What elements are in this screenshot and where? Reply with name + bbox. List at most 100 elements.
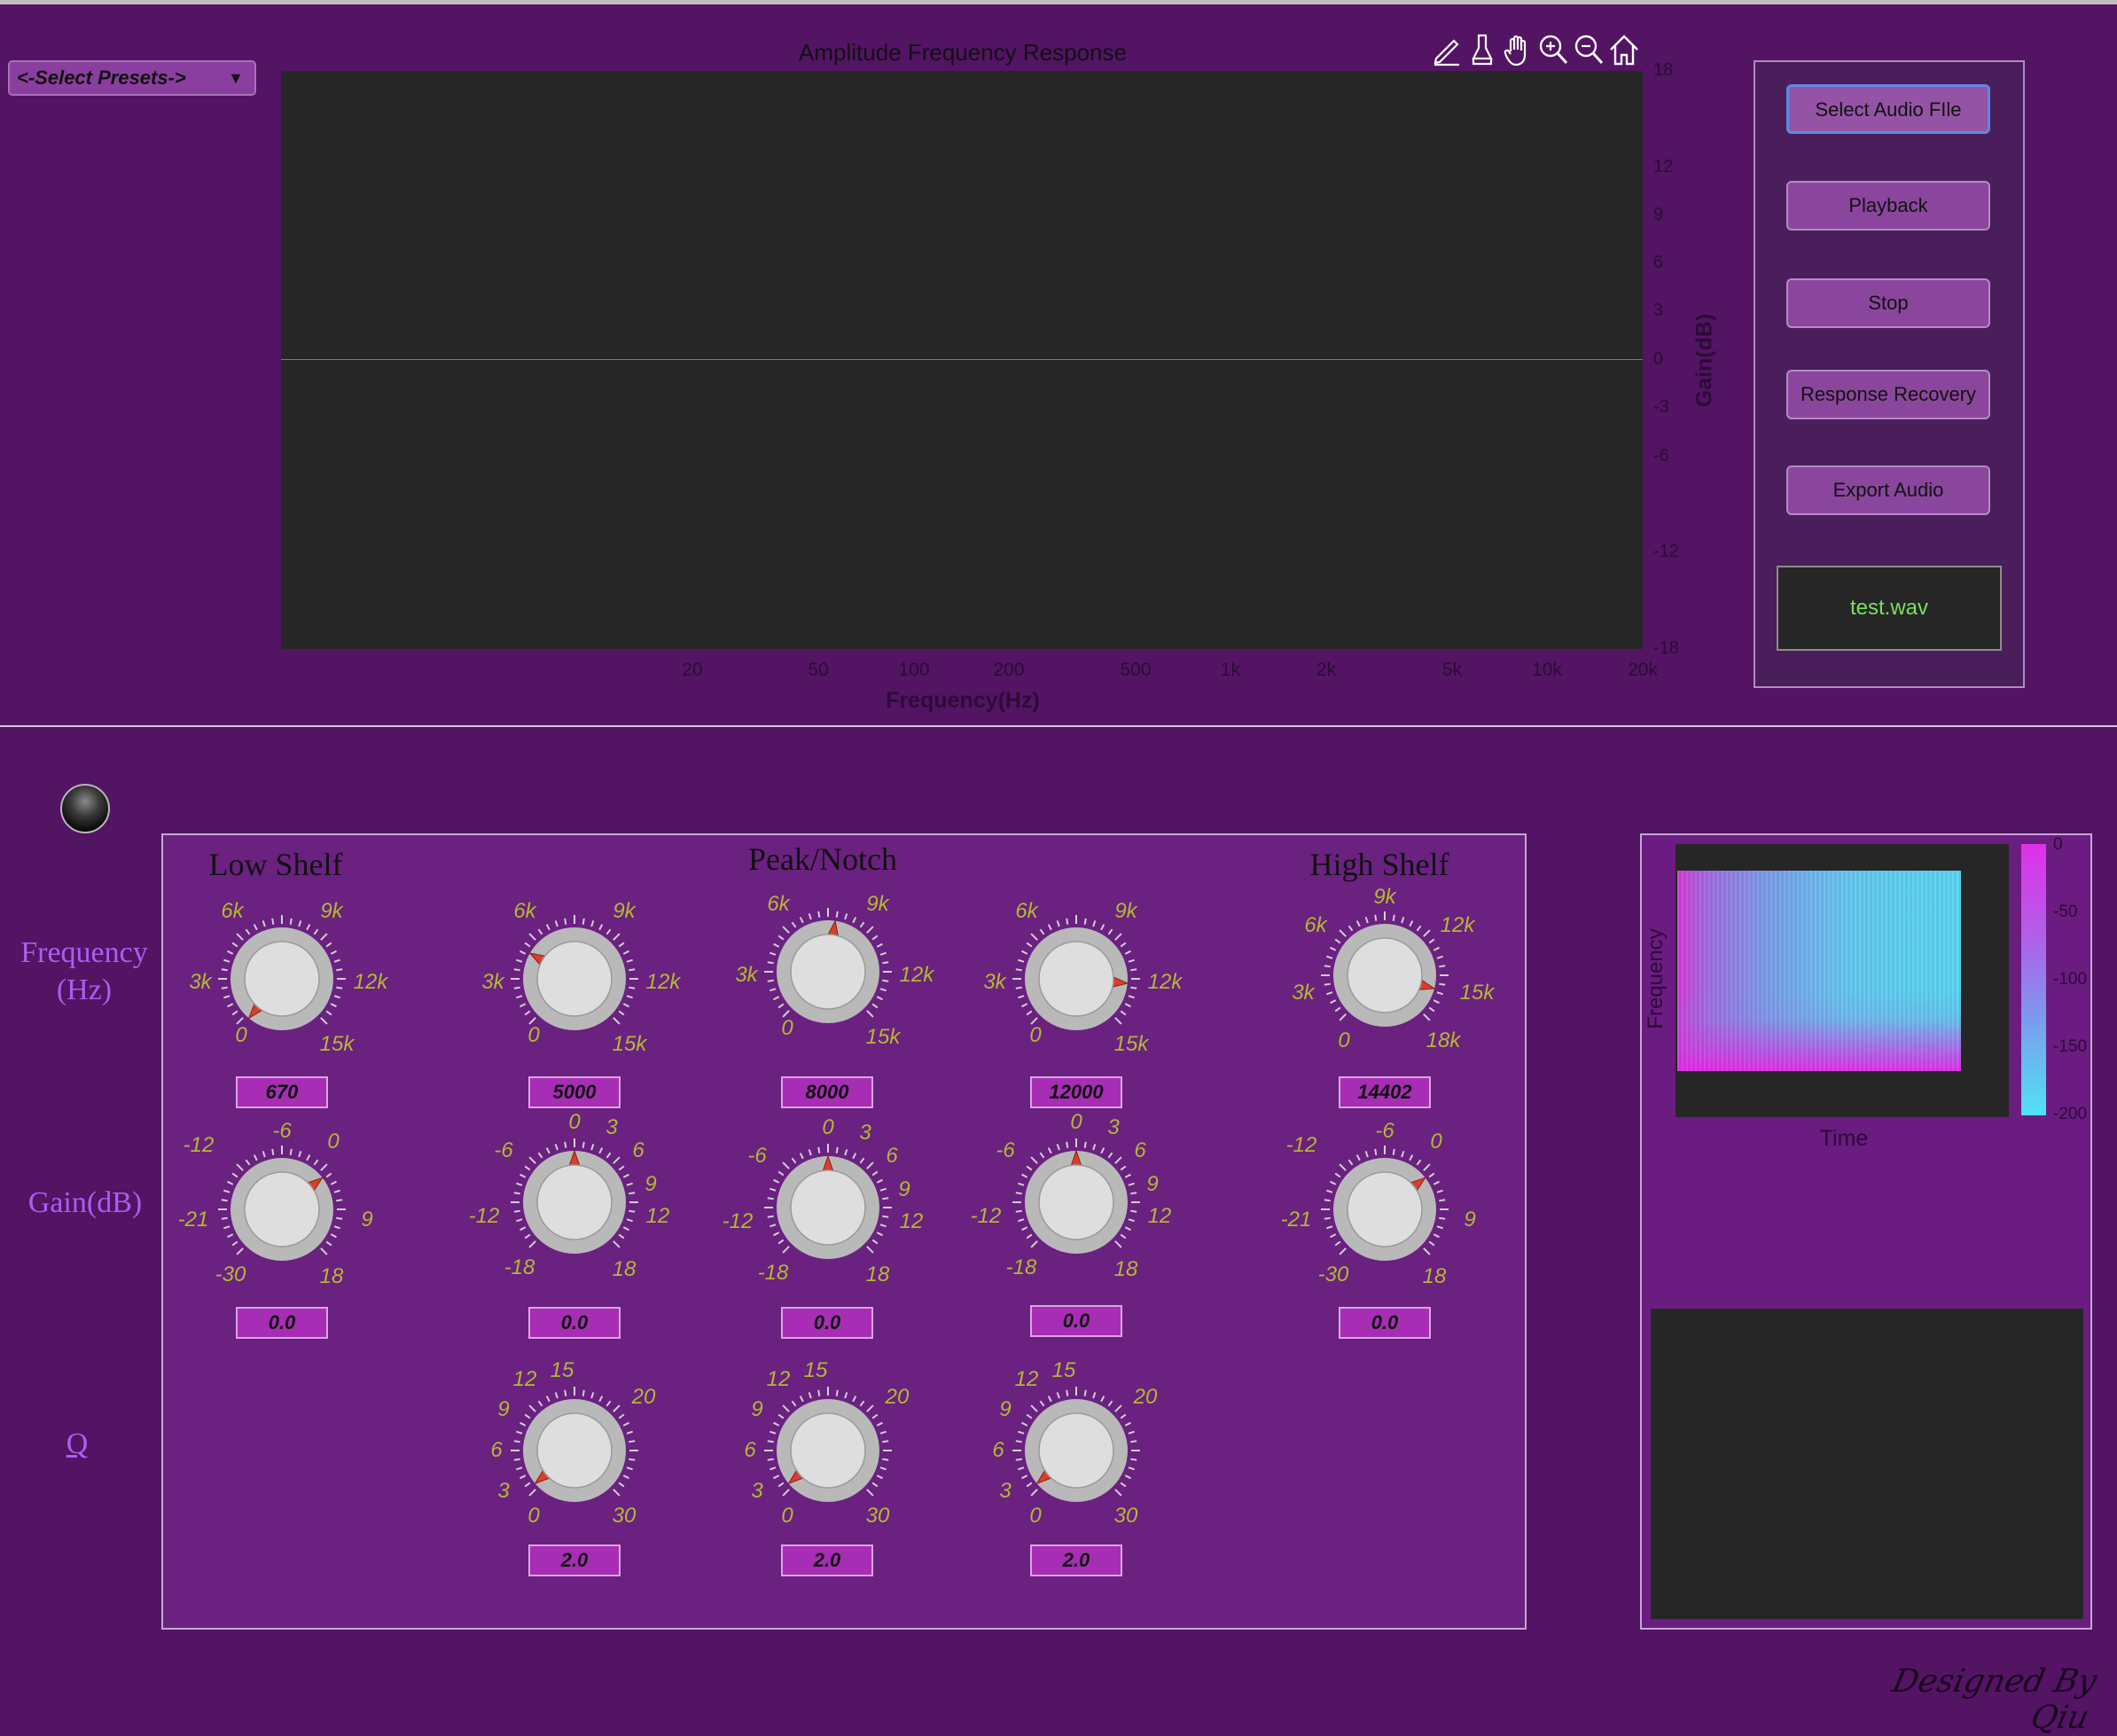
peak2-q-knob[interactable] (761, 1383, 895, 1518)
edit-icon[interactable] (1431, 32, 1463, 67)
knob-scale-label: 6k (1304, 913, 1327, 937)
select-audio-file-button[interactable]: Select Audio FIle (1786, 84, 1990, 134)
knob-scale-label: 9 (1464, 1208, 1476, 1232)
colorbar-tick: -200 (2053, 1105, 2088, 1123)
knob-scale-label: 18 (1422, 1264, 1447, 1288)
peak-notch-title: Peak/Notch (748, 841, 897, 877)
home-icon[interactable] (1608, 32, 1640, 67)
low-shelf-gain-knob[interactable] (215, 1142, 349, 1277)
knob-scale-label: 9 (999, 1397, 1012, 1421)
zoom-in-icon[interactable] (1537, 32, 1569, 67)
designer-signature: Designed By Qiu (1889, 1663, 2100, 1736)
knob-scale-label: 3 (999, 1479, 1012, 1503)
chevron-down-icon: ▼ (228, 69, 244, 87)
knob-scale-label: 15k (319, 1032, 355, 1056)
frequency-row-label: Frequency (Hz) (20, 936, 148, 1006)
knob-scale-label: 9k (613, 899, 636, 923)
y-tick: 18 (1653, 60, 1674, 80)
knob-scale-label: 0 (1029, 1504, 1042, 1528)
knob-scale-label: 0 (1338, 1028, 1350, 1052)
knob-scale-label: 9 (361, 1208, 373, 1232)
y-tick: 9 (1653, 205, 1664, 224)
high-shelf-gain-value[interactable]: 0.0 (1339, 1307, 1431, 1339)
low-shelf-title: Low Shelf (208, 847, 343, 882)
y-tick: 6 (1653, 253, 1664, 272)
x-tick: 10k (1532, 660, 1562, 680)
stop-button[interactable]: Stop (1786, 278, 1990, 328)
peak3-frequency-value[interactable]: 12000 (1030, 1076, 1122, 1108)
knob-scale-label: -12 (970, 1204, 1002, 1228)
q-row-label[interactable]: Q (57, 1427, 98, 1461)
colorbar-tick: -50 (2053, 903, 2078, 921)
knob-scale-label: -18 (757, 1261, 789, 1285)
x-tick: 500 (1120, 660, 1152, 680)
equalizer-app: <-Select Presets-> ▼ Amplitude Frequency… (0, 0, 2117, 1736)
response-recovery-button[interactable]: Response Recovery (1786, 370, 1990, 419)
peak1-q-value[interactable]: 2.0 (528, 1544, 621, 1576)
knob-scale-label: 9k (866, 892, 889, 916)
high-shelf-frequency-knob[interactable] (1317, 908, 1452, 1043)
y-tick: -18 (1653, 638, 1679, 658)
plot-title: Amplitude Frequency Response (799, 39, 1127, 66)
x-tick: 50 (808, 660, 829, 680)
playback-button[interactable]: Playback (1786, 181, 1990, 231)
knob-scale-label: 30 (612, 1504, 637, 1528)
knob-scale-label: 18 (865, 1263, 890, 1286)
y-tick: -6 (1653, 446, 1669, 465)
pan-hand-icon[interactable] (1502, 32, 1534, 67)
peak1-q-knob[interactable] (507, 1383, 642, 1518)
response-plot-area[interactable] (281, 71, 1643, 649)
high-shelf-gain-knob[interactable] (1317, 1142, 1452, 1277)
peak1-frequency-value[interactable]: 5000 (528, 1076, 621, 1108)
knob-scale-label: 30 (865, 1504, 890, 1528)
spectrogram-x-label: Time (1819, 1126, 1869, 1151)
knob-scale-label: 9k (1373, 885, 1396, 909)
knob-scale-label: 0 (781, 1504, 793, 1528)
knob-scale-label: 3k (189, 970, 212, 994)
peak1-gain-value[interactable]: 0.0 (528, 1307, 621, 1339)
y-axis-label: Gain(dB) (1691, 313, 1717, 408)
peak3-gain-knob[interactable] (1009, 1135, 1144, 1270)
export-audio-button[interactable]: Export Audio (1786, 465, 1990, 515)
knob-scale-label: 18 (319, 1264, 344, 1288)
knob-scale-label: 12k (1147, 970, 1183, 994)
low-shelf-frequency-value[interactable]: 670 (236, 1076, 328, 1108)
peak2-q-value[interactable]: 2.0 (781, 1544, 873, 1576)
presets-dropdown[interactable]: <-Select Presets-> ▼ (8, 60, 256, 96)
knob-scale-label: 0 (527, 1504, 540, 1528)
presets-label: <-Select Presets-> (17, 66, 186, 89)
knob-scale-label: 0 (822, 1115, 834, 1139)
y-tick: 12 (1653, 157, 1674, 176)
knob-scale-label: 12 (766, 1367, 791, 1391)
low-shelf-gain-value[interactable]: 0.0 (236, 1307, 328, 1339)
knob-scale-label: -30 (1317, 1263, 1349, 1286)
knob-scale-label: 3 (859, 1121, 871, 1145)
knob-scale-label: 0 (1029, 1023, 1042, 1047)
x-axis-label: Frequency(Hz) (886, 688, 1040, 713)
knob-scale-label: 12k (645, 970, 681, 994)
knob-scale-label: 18 (612, 1257, 637, 1281)
peak3-q-knob[interactable] (1009, 1383, 1144, 1518)
peak2-gain-knob[interactable] (761, 1140, 895, 1275)
knob-scale-label: 15k (1113, 1032, 1149, 1056)
peak3-gain-value[interactable]: 0.0 (1030, 1305, 1122, 1337)
knob-scale-label: 6 (632, 1138, 644, 1162)
knob-scale-label: 6k (513, 899, 536, 923)
peak3-q-value[interactable]: 2.0 (1030, 1544, 1122, 1576)
knob-scale-label: -21 (177, 1208, 209, 1232)
knob-scale-label: 15k (1459, 981, 1495, 1005)
peak2-gain-value[interactable]: 0.0 (781, 1307, 873, 1339)
knob-scale-label: 3 (497, 1479, 510, 1503)
zoom-out-icon[interactable] (1573, 32, 1605, 67)
peak2-frequency-value[interactable]: 8000 (781, 1076, 873, 1108)
y-tick: -3 (1653, 397, 1669, 417)
knob-scale-label: 6 (886, 1144, 898, 1168)
knob-scale-label: 3k (735, 963, 758, 987)
brush-icon[interactable] (1466, 32, 1498, 67)
knob-scale-label: 20 (1133, 1385, 1158, 1409)
knob-scale-label: -12 (1285, 1133, 1317, 1157)
response-curve (281, 359, 1643, 360)
high-shelf-frequency-value[interactable]: 14402 (1339, 1076, 1431, 1108)
knob-scale-label: 15 (1051, 1358, 1076, 1382)
peak1-gain-knob[interactable] (507, 1135, 642, 1270)
